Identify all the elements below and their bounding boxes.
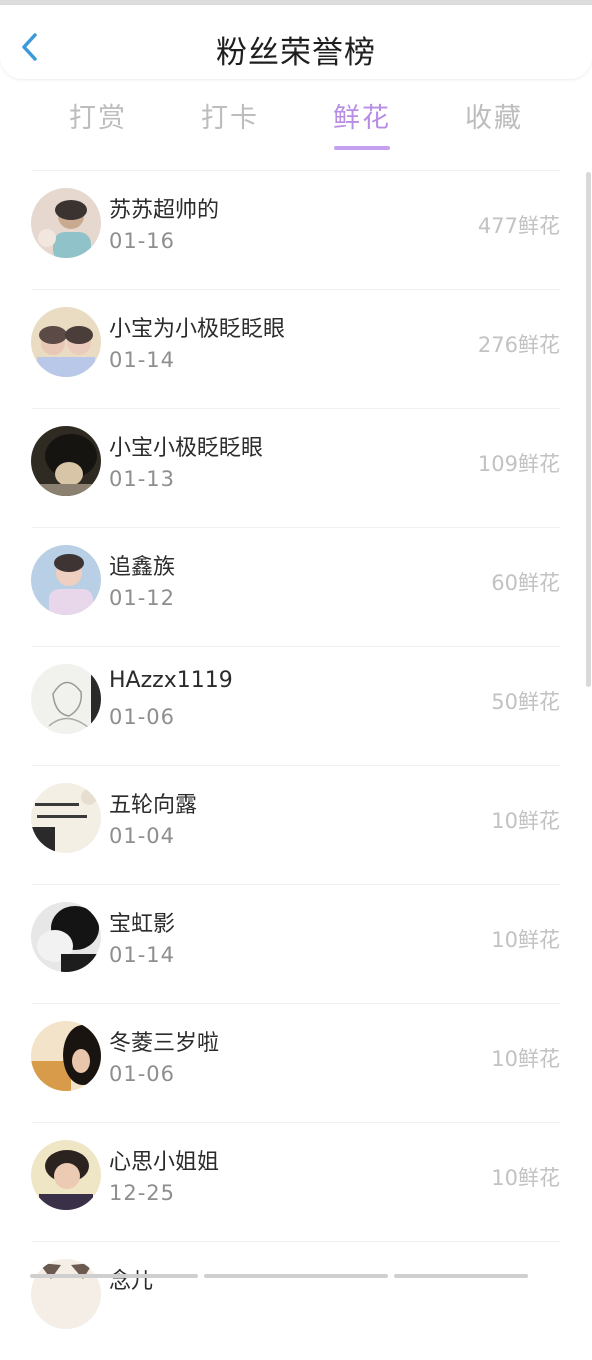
fan-date: 01-14 — [109, 348, 176, 372]
bottom-indicator — [30, 1274, 198, 1278]
list-item[interactable]: 冬菱三岁啦 01-06 10鲜花 — [0, 1003, 592, 1122]
fan-name: 念儿 — [109, 1269, 154, 1294]
fan-name: 苏苏超帅的 — [109, 198, 220, 223]
flower-count: 10鲜花 — [491, 1166, 560, 1190]
list-item[interactable]: 心思小姐姐 12-25 10鲜花 — [0, 1122, 592, 1241]
fan-date: 01-12 — [109, 586, 176, 610]
nav-header: 粉丝荣誉榜 — [0, 5, 592, 79]
fan-name: 追鑫族 — [109, 555, 176, 580]
fan-name: 冬菱三岁啦 — [109, 1031, 220, 1056]
avatar[interactable] — [31, 1259, 101, 1329]
row-divider — [32, 646, 560, 647]
avatar[interactable] — [31, 902, 101, 972]
fan-date: 01-13 — [109, 467, 176, 491]
list-item[interactable]: 苏苏超帅的 01-16 477鲜花 — [0, 170, 592, 289]
fan-name: 小宝为小极眨眨眼 — [109, 317, 286, 342]
row-divider — [32, 1122, 560, 1123]
avatar[interactable] — [31, 188, 101, 258]
list-item[interactable]: 小宝为小极眨眨眼 01-14 276鲜花 — [0, 289, 592, 408]
flower-count: 50鲜花 — [491, 690, 560, 714]
avatar[interactable] — [31, 1140, 101, 1210]
fan-date: 01-06 — [109, 705, 176, 729]
list-item[interactable]: 宝虹影 01-14 10鲜花 — [0, 884, 592, 1003]
list-item[interactable]: HAzzx1119 01-06 50鲜花 — [0, 646, 592, 765]
bottom-indicator — [394, 1274, 528, 1278]
list-item[interactable]: 追鑫族 01-12 60鲜花 — [0, 527, 592, 646]
fan-name: 心思小姐姐 — [109, 1150, 220, 1175]
avatar[interactable] — [31, 307, 101, 377]
row-divider — [32, 289, 560, 290]
flower-count: 10鲜花 — [491, 1047, 560, 1071]
avatar[interactable] — [31, 664, 101, 734]
fan-date: 01-04 — [109, 824, 176, 848]
fan-list: 苏苏超帅的 01-16 477鲜花 小宝为小极眨眨眼 01-14 276鲜花 小… — [0, 170, 592, 1360]
row-divider — [32, 884, 560, 885]
row-divider — [32, 527, 560, 528]
flower-count: 10鲜花 — [491, 928, 560, 952]
tab-collect[interactable]: 收藏 — [434, 96, 554, 135]
fan-name: 宝虹影 — [109, 912, 176, 937]
row-divider — [32, 1003, 560, 1004]
row-divider — [32, 1241, 560, 1242]
list-item[interactable]: 五轮向露 01-04 10鲜花 — [0, 765, 592, 884]
fan-name: 小宝小极眨眨眼 — [109, 436, 264, 461]
avatar[interactable] — [31, 545, 101, 615]
avatar[interactable] — [31, 1021, 101, 1091]
fan-date: 01-14 — [109, 943, 176, 967]
bottom-indicator — [204, 1274, 388, 1278]
scrollbar[interactable] — [586, 172, 591, 687]
fan-date: 01-16 — [109, 229, 176, 253]
tab-checkin[interactable]: 打卡 — [170, 96, 290, 135]
row-divider — [32, 170, 560, 171]
list-item[interactable]: 小宝小极眨眨眼 01-13 109鲜花 — [0, 408, 592, 527]
flower-count: 477鲜花 — [477, 214, 560, 238]
flower-count: 276鲜花 — [477, 333, 560, 357]
row-divider — [32, 765, 560, 766]
page-title: 粉丝荣誉榜 — [216, 35, 376, 71]
fan-name: HAzzx1119 — [109, 668, 233, 693]
avatar[interactable] — [31, 783, 101, 853]
tab-bar: 打赏 打卡 鲜花 收藏 — [0, 96, 592, 156]
fan-date: 12-25 — [109, 1181, 176, 1205]
avatar[interactable] — [31, 426, 101, 496]
row-divider — [32, 408, 560, 409]
list-item[interactable]: 念儿 — [0, 1241, 592, 1360]
flower-count: 10鲜花 — [491, 809, 560, 833]
active-tab-indicator — [334, 146, 390, 150]
tab-reward[interactable]: 打赏 — [38, 96, 158, 135]
tab-flowers[interactable]: 鲜花 — [302, 96, 422, 135]
flower-count: 60鲜花 — [491, 571, 560, 595]
fan-date: 01-06 — [109, 1062, 176, 1086]
flower-count: 109鲜花 — [477, 452, 560, 476]
fan-name: 五轮向露 — [109, 793, 198, 818]
